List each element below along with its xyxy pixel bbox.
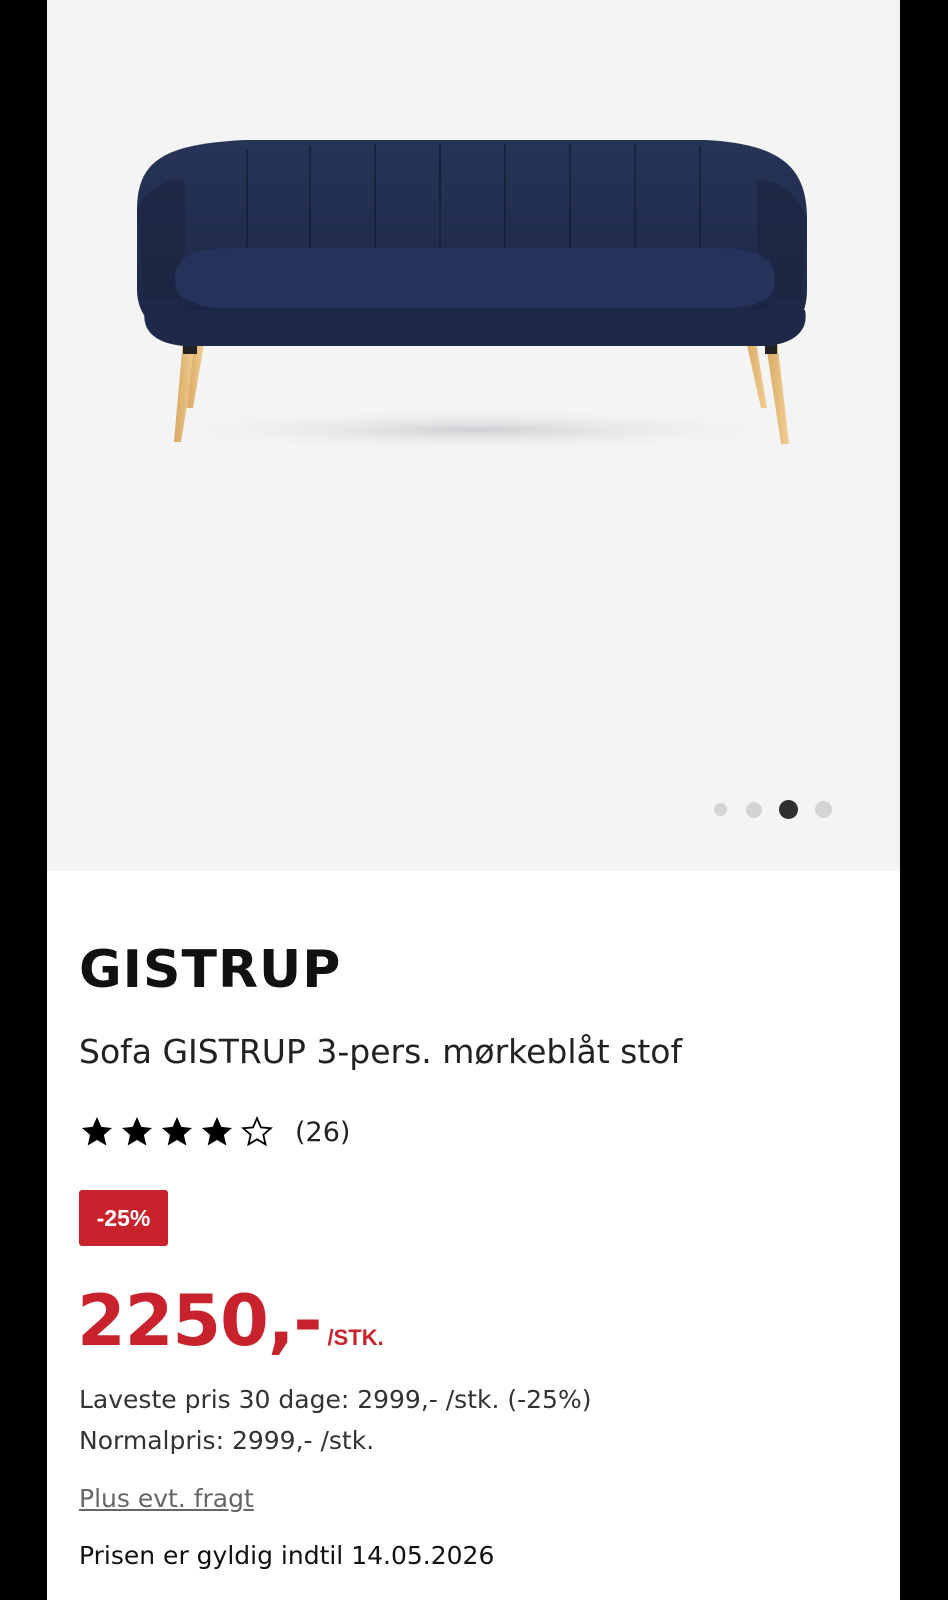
product-rating[interactable]: (26) bbox=[79, 1110, 350, 1154]
product-title: Sofa GISTRUP 3-pers. mørkeblåt stof bbox=[79, 1032, 683, 1071]
star-filled-icon bbox=[162, 1117, 192, 1146]
product-brand-name: GISTRUP bbox=[79, 940, 342, 1000]
price-unit: /STK. bbox=[327, 1325, 384, 1350]
discount-badge: -25% bbox=[79, 1190, 168, 1246]
product-page: GISTRUP Sofa GISTRUP 3-pers. mørkeblåt s… bbox=[47, 0, 900, 1600]
price-value: 2250,- bbox=[77, 1280, 322, 1362]
star-filled-icon bbox=[122, 1117, 152, 1146]
review-count[interactable]: (26) bbox=[295, 1117, 350, 1148]
lowest-price-info: Laveste pris 30 dage: 2999,- /stk. (-25%… bbox=[79, 1385, 592, 1414]
gallery-dot-1[interactable] bbox=[714, 803, 727, 816]
gallery-dot-2[interactable] bbox=[746, 802, 762, 818]
gallery-dot-3-active[interactable] bbox=[779, 800, 798, 819]
star-filled-icon bbox=[82, 1117, 112, 1146]
freight-link[interactable]: Plus evt. fragt bbox=[79, 1484, 254, 1513]
product-price: 2250,- /STK. bbox=[77, 1280, 384, 1362]
price-validity: Prisen er gyldig indtil 14.05.2026 bbox=[79, 1541, 495, 1570]
normal-price-info: Normalpris: 2999,- /stk. bbox=[79, 1426, 375, 1455]
gallery-dot-4[interactable] bbox=[815, 801, 832, 818]
gallery-pagination[interactable] bbox=[47, 800, 900, 820]
sofa-product-image[interactable] bbox=[125, 130, 825, 460]
star-filled-icon bbox=[202, 1117, 232, 1146]
star-empty-icon bbox=[241, 1115, 273, 1147]
product-image-gallery[interactable] bbox=[47, 0, 900, 871]
